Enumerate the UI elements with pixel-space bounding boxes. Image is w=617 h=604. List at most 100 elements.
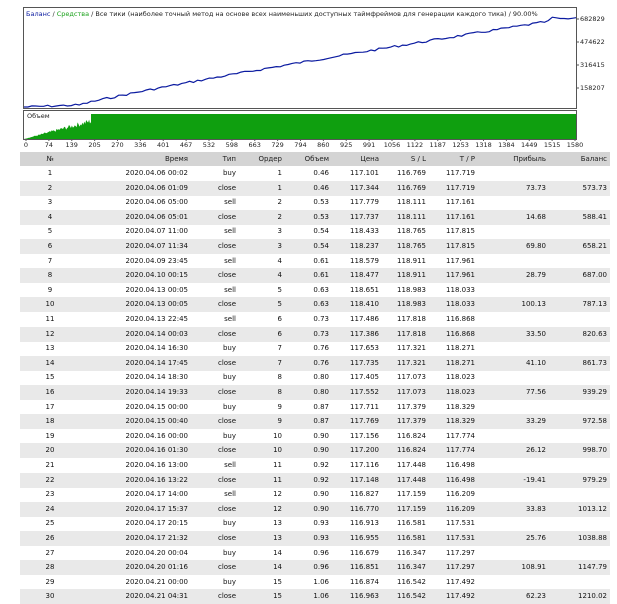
- table-row[interactable]: 3 2020.04.06 05:00 sell 2 0.53 117.779 118.111…: [20, 195, 610, 210]
- cell-balance: 687.00: [582, 271, 608, 280]
- cell-balance: 787.13: [582, 300, 608, 309]
- cell-profit: 33.29: [525, 417, 546, 426]
- table-row[interactable]: 22 2020.04.16 13:22 close 11 0.92 117.148 117.…: [20, 472, 610, 488]
- table-row[interactable]: 4 2020.04.06 05:01 close 2 0.53 117.737 118.11…: [20, 209, 610, 225]
- table-row[interactable]: 7 2020.04.09 23:45 sell 4 0.61 118.579 118.911…: [20, 254, 610, 269]
- table-row[interactable]: 15 2020.04.14 18:30 buy 8 0.80 117.405 117.073…: [20, 370, 610, 385]
- table-row[interactable]: 29 2020.04.21 00:00 buy 15 1.06 116.874 116.54…: [20, 575, 610, 590]
- cell-tp: 117.531: [446, 534, 475, 542]
- cell-balance: 820.63: [582, 329, 608, 338]
- table-row[interactable]: 25 2020.04.17 20:15 buy 13 0.93 116.913 116.58…: [20, 516, 610, 531]
- cell-profit: 62.23: [525, 592, 546, 601]
- table-row[interactable]: 19 2020.04.16 00:00 buy 10 0.90 117.156 116.82…: [20, 429, 610, 444]
- cell-time: 2020.04.21 00:00: [125, 577, 188, 586]
- cell-price: 118.651: [350, 285, 379, 294]
- cell-tp: 116.209: [446, 490, 475, 499]
- table-row[interactable]: 2 2020.04.06 01:09 close 1 0.46 117.344 116.76…: [20, 180, 610, 196]
- cell-time: 2020.04.20 00:04: [125, 548, 188, 557]
- table-row[interactable]: 12 2020.04.14 00:03 close 6 0.73 117.386 117.8…: [20, 326, 610, 342]
- cell-sl: 116.581: [397, 534, 426, 542]
- x-axis-label: 270: [111, 141, 123, 149]
- header-profit[interactable]: Прибыль: [477, 152, 546, 166]
- cell-order: 14: [273, 563, 282, 572]
- cell-profit: 108.91: [521, 563, 547, 572]
- table-row[interactable]: 1 2020.04.06 00:02 buy 1 0.46 117.101 116.769 1…: [20, 166, 610, 181]
- cell-profit: [477, 312, 546, 327]
- table-row[interactable]: 17 2020.04.15 00:00 buy 9 0.87 117.711 117.379…: [20, 400, 610, 415]
- cell-type: buy: [222, 431, 236, 440]
- cell-volume: 0.46: [313, 169, 329, 177]
- cell-balance: 588.41: [582, 212, 608, 221]
- cell-price: 116.770: [350, 504, 379, 513]
- header-sl[interactable]: S / L: [381, 152, 426, 166]
- table-header: № Время Тип Ордер Объем Цена S / LT / P Прибыль…: [20, 152, 610, 166]
- cell-volume: 0.90: [313, 490, 329, 499]
- y-axis-label: 316415: [580, 61, 605, 69]
- table-row[interactable]: 26 2020.04.17 21:32 close 13 0.93 116.955 116.…: [20, 531, 610, 546]
- cell-tp: 118.329: [446, 417, 475, 426]
- cell-profit: [477, 458, 546, 473]
- cell-order: 8: [277, 373, 282, 382]
- cell-order: 13: [273, 534, 282, 542]
- table-row[interactable]: 5 2020.04.07 11:00 sell 3 0.54 118.433 118.765…: [20, 224, 610, 239]
- table-row[interactable]: 20 2020.04.16 01:30 close 10 0.90 117.200 116.…: [20, 443, 610, 459]
- cell-tp: 118.023: [446, 373, 475, 382]
- header-balance[interactable]: Баланс: [548, 152, 607, 166]
- header-volume[interactable]: Объем: [284, 152, 329, 166]
- cell-type: close: [217, 388, 236, 396]
- cell-balance: 998.70: [582, 446, 608, 455]
- cell-volume: 0.87: [313, 417, 329, 426]
- table-row[interactable]: 8 2020.04.10 00:15 close 4 0.61 118.477 118.91…: [20, 268, 610, 284]
- table-row[interactable]: 6 2020.04.07 11:34 close 3 0.54 118.237 118.76…: [20, 239, 610, 254]
- table-row[interactable]: 24 2020.04.17 15:37 close 12 0.90 116.770 117.…: [20, 501, 610, 517]
- table-row[interactable]: 10 2020.04.13 00:05 close 5 0.63 118.410 118.9…: [20, 297, 610, 313]
- table-row[interactable]: 28 2020.04.20 01:16 close 14 0.96 116.851 116.…: [20, 560, 610, 576]
- table-row[interactable]: 13 2020.04.14 16:30 buy 7 0.76 117.653 117.321…: [20, 341, 610, 356]
- table-row[interactable]: 23 2020.04.17 14:00 sell 12 0.90 116.827 117.1…: [20, 487, 610, 502]
- cell-tp: 116.498: [446, 475, 475, 484]
- cell-type: close: [217, 358, 236, 367]
- table-row[interactable]: 30 2020.04.21 04:31 close 15 1.06 116.963 116.…: [20, 589, 610, 604]
- cell-balance: [548, 546, 607, 561]
- cell-time: 2020.04.13 22:45: [125, 315, 188, 323]
- header-tp[interactable]: T / P: [428, 152, 475, 166]
- cell-sl: 118.765: [397, 227, 426, 236]
- cell-tp: 118.271: [446, 358, 475, 367]
- header-time[interactable]: Время: [60, 152, 188, 166]
- table-row[interactable]: 14 2020.04.14 17:45 close 7 0.76 117.735 117.3…: [20, 355, 610, 371]
- cell-profit: 33.50: [525, 329, 546, 338]
- cell-time: 2020.04.14 17:45: [125, 358, 188, 367]
- cell-volume: 0.90: [313, 504, 329, 513]
- cell-sl: 117.073: [397, 373, 426, 382]
- header-price[interactable]: Цена: [331, 152, 379, 166]
- table-row[interactable]: 9 2020.04.13 00:05 sell 5 0.63 118.651 118.983…: [20, 283, 610, 298]
- legend-balance: Баланс: [26, 10, 51, 18]
- cell-profit: [477, 254, 546, 269]
- cell-volume: 0.90: [313, 446, 329, 455]
- cell-type: close: [217, 300, 236, 309]
- cell-time: 2020.04.16 13:22: [125, 475, 188, 484]
- volume-label: Объем: [27, 112, 50, 120]
- header-order[interactable]: Ордер: [238, 152, 282, 166]
- cell-time: 2020.04.13 00:05: [125, 285, 188, 294]
- cell-price: 116.851: [350, 563, 379, 572]
- cell-price: 118.410: [350, 300, 379, 309]
- x-axis-label: 1449: [521, 141, 538, 149]
- cell-profit: 14.68: [525, 212, 546, 221]
- cell-price: 117.711: [350, 402, 379, 411]
- table-row[interactable]: 18 2020.04.15 00:40 close 9 0.87 117.769 117.3…: [20, 414, 610, 430]
- table-row[interactable]: 21 2020.04.16 13:00 sell 11 0.92 117.116 117.4…: [20, 458, 610, 473]
- table-row[interactable]: 16 2020.04.14 19:33 close 8 0.80 117.552 117.0…: [20, 385, 610, 400]
- cell-order: 3: [277, 227, 282, 236]
- cell-time: 2020.04.16 00:00: [125, 431, 188, 440]
- cell-balance: [548, 312, 607, 327]
- x-axis-label: 74: [45, 141, 53, 149]
- x-axis-label: 729: [271, 141, 283, 149]
- cell-volume: 0.61: [313, 271, 329, 280]
- x-axis-label: 598: [226, 141, 238, 149]
- header-type[interactable]: Тип: [190, 152, 236, 166]
- table-row[interactable]: 11 2020.04.13 22:45 sell 6 0.73 117.486 117.81…: [20, 312, 610, 327]
- cell-price: 117.552: [350, 388, 379, 396]
- table-row[interactable]: 27 2020.04.20 00:04 buy 14 0.96 116.679 116.34…: [20, 546, 610, 561]
- cell-type: close: [217, 212, 236, 221]
